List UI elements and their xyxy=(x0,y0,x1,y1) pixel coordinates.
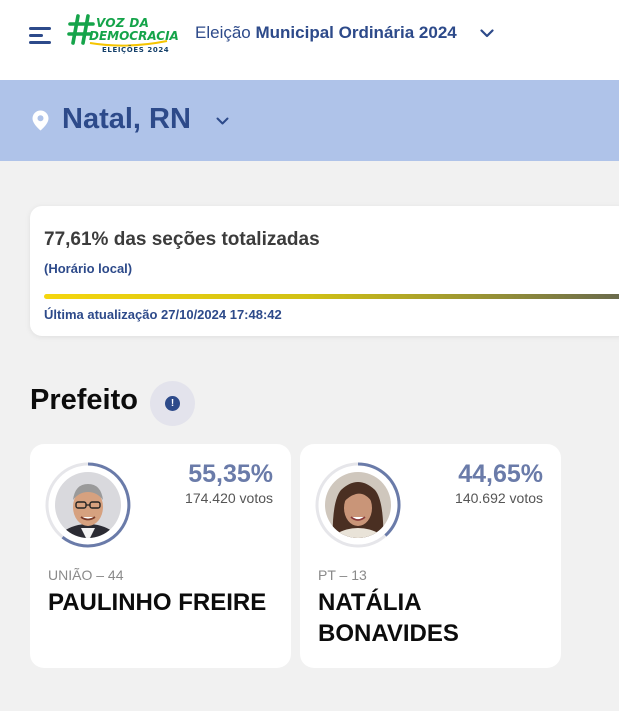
info-icon: ! xyxy=(165,396,180,411)
chevron-down-icon[interactable] xyxy=(216,117,229,125)
city-selector[interactable]: Natal, RN xyxy=(62,103,191,136)
last-update-text: Última atualização 27/10/2024 17:48:42 xyxy=(44,307,282,322)
election-selector[interactable]: Eleição Municipal Ordinária 2024 xyxy=(195,23,457,43)
candidate-avatar xyxy=(45,462,131,548)
candidate-party: PT – 13 xyxy=(318,567,367,583)
logo-text-line1: VOZ DA xyxy=(96,16,150,30)
chevron-down-icon[interactable] xyxy=(480,29,494,38)
info-button[interactable]: ! xyxy=(150,381,195,426)
candidate-card[interactable]: 44,65% 140.692 votos PT – 13 NATÁLIA BON… xyxy=(300,444,561,668)
election-name: Municipal Ordinária 2024 xyxy=(255,23,457,42)
local-time-note: (Horário local) xyxy=(44,261,133,276)
sections-totalized-text: 77,61% das seções totalizadas xyxy=(44,229,320,250)
candidate-percent: 55,35% xyxy=(188,460,273,488)
candidate-name: NATÁLIA BONAVIDES xyxy=(318,589,459,647)
candidate-avatar xyxy=(315,462,401,548)
totalization-card: 77,61% das seções totalizadas (Horário l… xyxy=(30,206,619,336)
logo-text-line3: ELEIÇÕES 2024 xyxy=(102,46,170,54)
map-pin-icon xyxy=(32,110,49,131)
totalization-progress-bar xyxy=(44,294,619,299)
election-prefix: Eleição xyxy=(195,23,251,42)
candidate-card[interactable]: 55,35% 174.420 votos UNIÃO – 44 PAULINHO… xyxy=(30,444,291,668)
office-title: Prefeito xyxy=(30,384,138,416)
candidate-percent: 44,65% xyxy=(458,460,543,488)
candidate-votes: 174.420 votos xyxy=(185,490,273,506)
candidate-party: UNIÃO – 44 xyxy=(48,567,124,583)
voz-da-democracia-logo[interactable]: VOZ DA DEMOCRACIA ELEIÇÕES 2024 xyxy=(67,13,179,59)
candidate-name: PAULINHO FREIRE xyxy=(48,589,267,616)
candidate-votes: 140.692 votos xyxy=(455,490,543,506)
logo-text-line2: DEMOCRACIA xyxy=(89,29,179,43)
hamburger-menu-icon[interactable] xyxy=(29,26,51,44)
